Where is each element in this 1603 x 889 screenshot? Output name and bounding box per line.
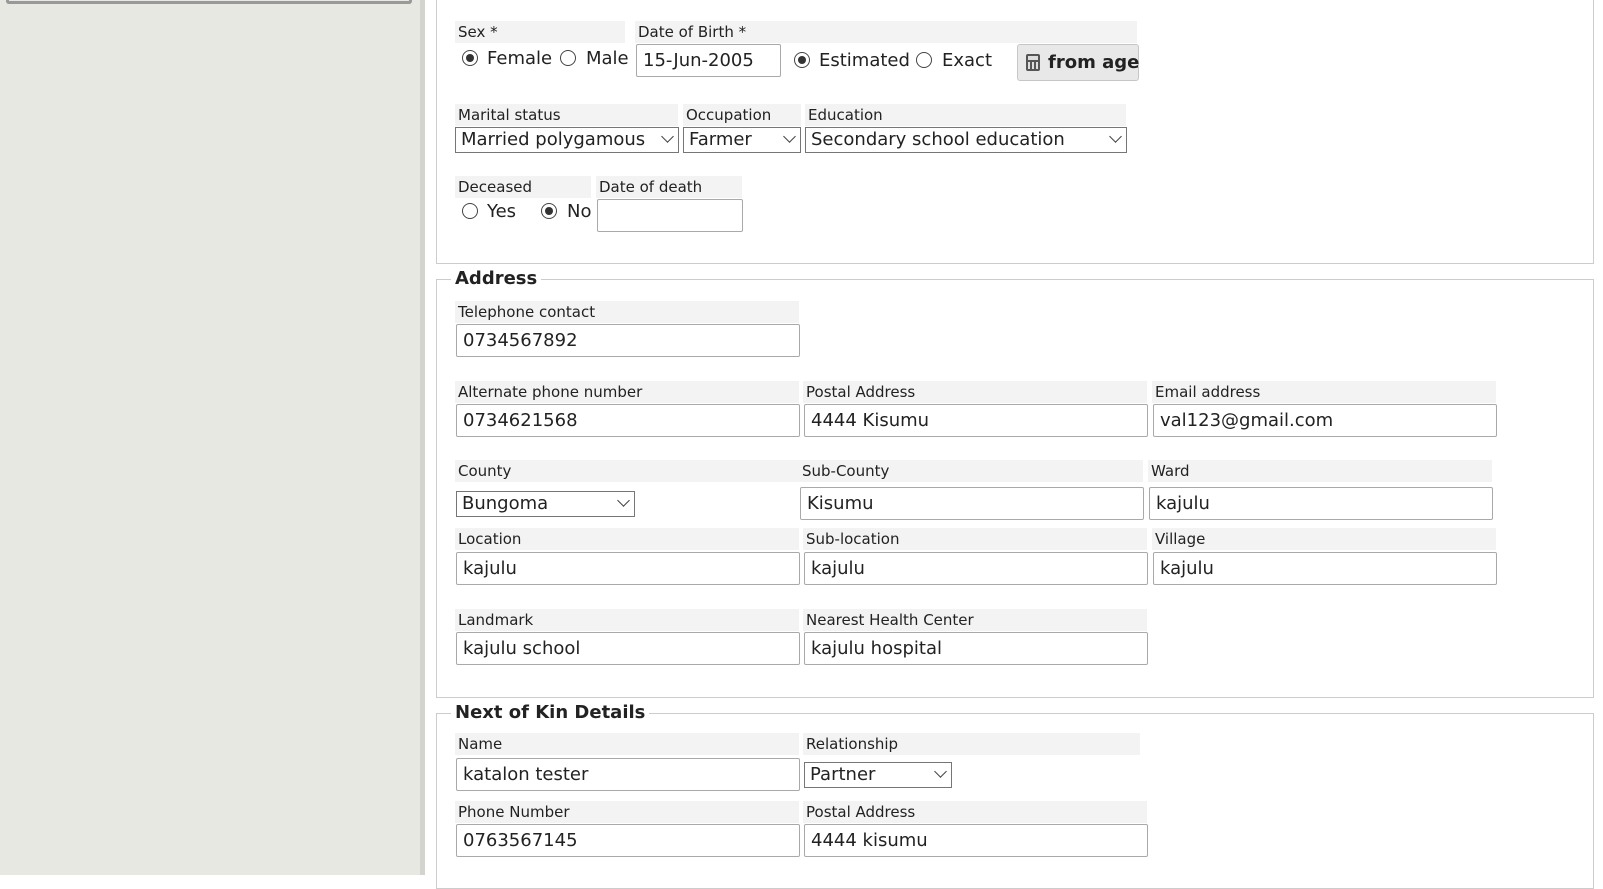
sub-location-input[interactable]: kajulu	[804, 552, 1148, 585]
chevron-down-icon	[661, 130, 674, 143]
dob-estimated-label[interactable]: Estimated	[819, 50, 910, 72]
relationship-label: Relationship	[803, 733, 1140, 755]
nok-phone-input[interactable]: 0763567145	[456, 824, 800, 857]
education-value: Secondary school education	[811, 129, 1065, 150]
date-of-death-label: Date of death	[596, 176, 742, 198]
chevron-down-icon	[617, 494, 630, 507]
sub-county-input[interactable]: Kisumu	[800, 487, 1144, 520]
health-center-label: Nearest Health Center	[803, 609, 1147, 631]
location-input[interactable]: kajulu	[456, 552, 800, 585]
ward-label: Ward	[1148, 460, 1492, 482]
email-input[interactable]: val123@gmail.com	[1153, 404, 1497, 437]
sex-female-label[interactable]: Female	[487, 48, 552, 70]
chevron-down-icon	[934, 765, 947, 778]
nok-phone-label: Phone Number	[455, 801, 799, 823]
education-label: Education	[805, 104, 1126, 126]
email-label: Email address	[1152, 381, 1496, 403]
sex-male-radio[interactable]	[560, 50, 576, 66]
left-panel	[0, 0, 420, 875]
panel-divider	[420, 0, 425, 875]
sex-female-radio[interactable]	[462, 50, 478, 66]
location-label: Location	[455, 528, 799, 550]
occupation-label: Occupation	[683, 104, 801, 126]
nok-name-input[interactable]: katalon tester	[456, 758, 800, 791]
deceased-yes-label[interactable]: Yes	[487, 201, 516, 223]
occupation-select[interactable]: Farmer	[683, 127, 801, 153]
marital-status-label: Marital status	[455, 104, 678, 126]
county-value: Bungoma	[462, 493, 549, 514]
chevron-down-icon	[783, 130, 796, 143]
health-center-input[interactable]: kajulu hospital	[804, 632, 1148, 665]
nok-postal-input[interactable]: 4444 kisumu	[804, 824, 1148, 857]
dob-estimated-radio[interactable]	[794, 52, 810, 68]
marital-status-select[interactable]: Married polygamous	[455, 127, 679, 153]
relationship-value: Partner	[810, 764, 876, 785]
education-select[interactable]: Secondary school education	[805, 127, 1127, 153]
left-panel-box	[6, 0, 412, 4]
sub-county-label: Sub-County	[799, 460, 1143, 482]
nok-name-label: Name	[455, 733, 799, 755]
deceased-no-label[interactable]: No	[567, 201, 591, 223]
relationship-select[interactable]: Partner	[804, 762, 952, 788]
telephone-input[interactable]: 0734567892	[456, 324, 800, 357]
occupation-value: Farmer	[689, 129, 752, 150]
nok-postal-label: Postal Address	[803, 801, 1147, 823]
postal-address-input[interactable]: 4444 Kisumu	[804, 404, 1148, 437]
chevron-down-icon	[1109, 130, 1122, 143]
sex-male-label[interactable]: Male	[586, 48, 629, 70]
alt-phone-input[interactable]: 0734621568	[456, 404, 800, 437]
postal-address-label: Postal Address	[803, 381, 1147, 403]
ward-input[interactable]: kajulu	[1149, 487, 1493, 520]
county-label: County	[455, 460, 799, 482]
sub-location-label: Sub-location	[803, 528, 1147, 550]
dob-exact-radio[interactable]	[916, 52, 932, 68]
address-legend: Address	[451, 268, 542, 290]
deceased-no-radio[interactable]	[541, 203, 557, 219]
dob-exact-label[interactable]: Exact	[942, 50, 992, 72]
deceased-yes-radio[interactable]	[462, 203, 478, 219]
date-of-death-input[interactable]	[597, 199, 743, 232]
next-of-kin-legend: Next of Kin Details	[451, 702, 650, 724]
village-input[interactable]: kajulu	[1153, 552, 1497, 585]
landmark-label: Landmark	[455, 609, 799, 631]
marital-status-value: Married polygamous	[461, 129, 646, 150]
alt-phone-label: Alternate phone number	[455, 381, 799, 403]
county-select[interactable]: Bungoma	[456, 491, 635, 517]
dob-input[interactable]: 15-Jun-2005	[636, 44, 781, 77]
landmark-input[interactable]: kajulu school	[456, 632, 800, 665]
deceased-label: Deceased	[455, 176, 591, 198]
village-label: Village	[1152, 528, 1496, 550]
telephone-label: Telephone contact	[455, 301, 799, 323]
from-age-label: from age	[1048, 52, 1140, 73]
dob-label: Date of Birth *	[635, 21, 1137, 43]
sex-label: Sex *	[455, 21, 625, 43]
calculator-icon	[1026, 54, 1040, 71]
from-age-button[interactable]: from age	[1017, 44, 1139, 81]
